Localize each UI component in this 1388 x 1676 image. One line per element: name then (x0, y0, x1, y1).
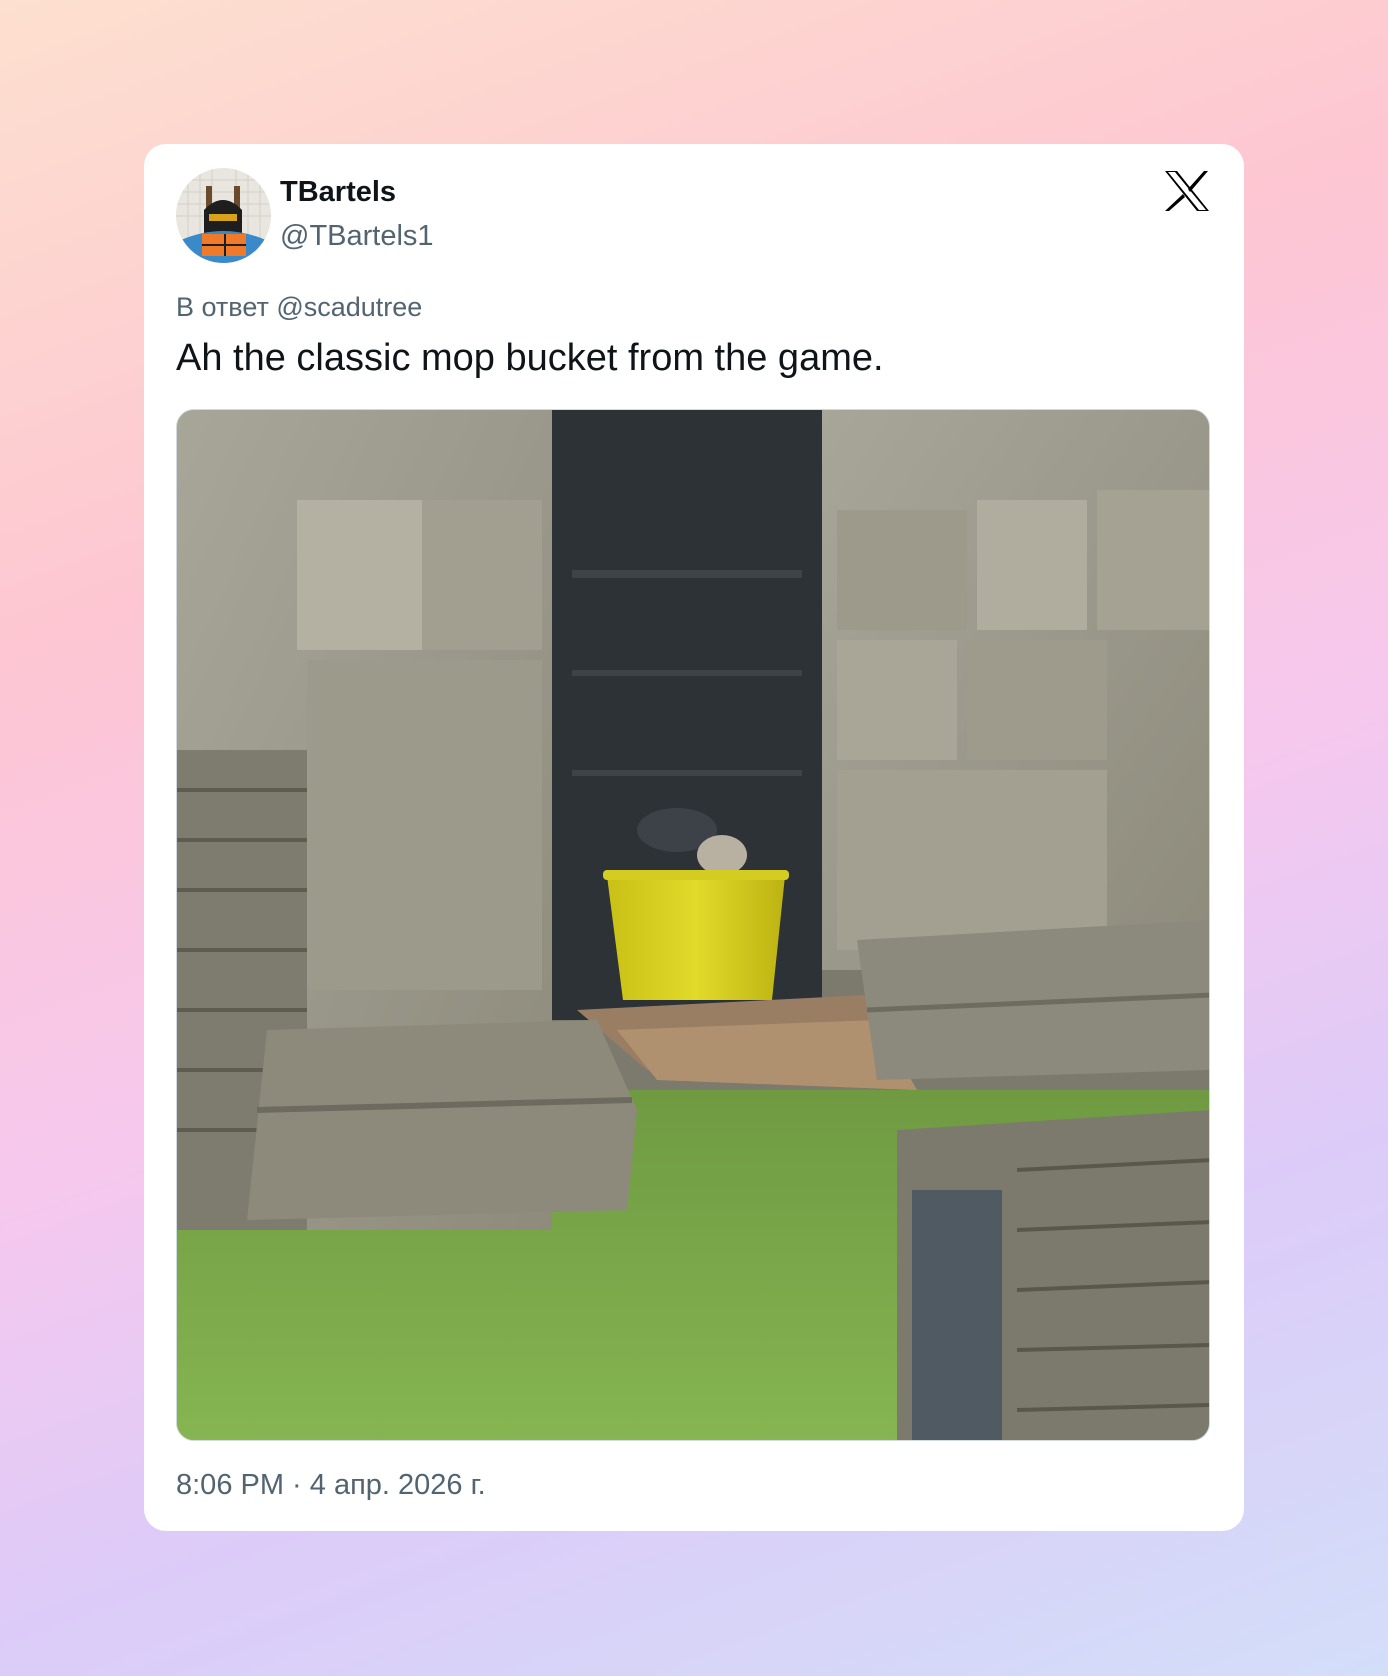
photo-stone-ruins-yellow-bucket-icon (177, 410, 1209, 1440)
tweet-timestamp[interactable]: 8:06 PM · 4 апр. 2026 г. (176, 1469, 486, 1502)
reply-to-label: В ответ @scadutree (176, 292, 423, 322)
robot-avatar-icon (176, 168, 271, 263)
tweet-text: Ah the classic mop bucket from the game. (176, 337, 884, 379)
tweet-media-photo[interactable] (176, 409, 1210, 1441)
author-avatar[interactable] (176, 168, 271, 263)
x-logo-icon[interactable] (1164, 170, 1210, 212)
author-handle[interactable]: @TBartels1 (280, 220, 434, 253)
author-display-name[interactable]: TBartels (280, 176, 396, 209)
tweet-card: TBartels @TBartels1 В ответ @scadutree A… (144, 144, 1244, 1531)
